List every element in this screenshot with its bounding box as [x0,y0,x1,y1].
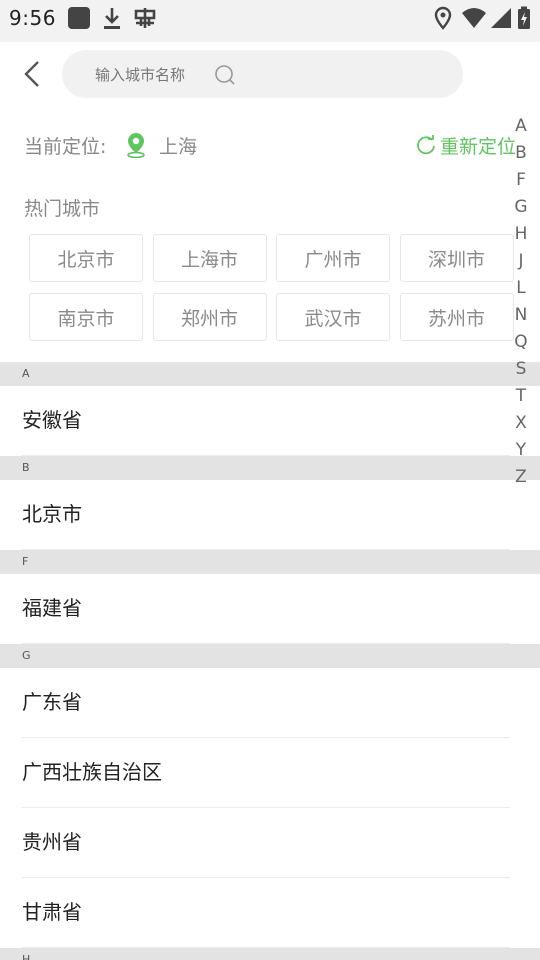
download-icon [104,8,120,29]
hot-cities-title: 热门城市 [24,198,101,220]
wifi-icon [462,8,486,28]
list-item[interactable]: 甘肃省 [0,878,540,948]
section-header: A [0,362,540,386]
list-item-label: 北京市 [22,502,82,526]
location-icon [434,6,452,30]
index-letter[interactable]: L [510,278,532,298]
index-letter[interactable]: Z [510,467,532,487]
index-letter[interactable]: Y [510,440,532,460]
list-item[interactable]: 福建省 [0,574,540,644]
search-placeholder: 输入城市名称 [95,66,186,84]
search-input[interactable]: 输入城市名称 [62,50,463,98]
chevron-left-icon [24,61,39,87]
section-letter: A [22,367,30,380]
hot-city-button[interactable]: 武汉市 [276,293,390,341]
current-location-row: 当前定位: 上海 重新定位 [0,120,540,168]
index-letter[interactable]: T [510,386,532,406]
hot-city-button[interactable]: 广州市 [276,234,390,282]
list-item-label: 安徽省 [22,408,82,432]
index-letter[interactable]: S [510,359,532,379]
status-time: 9:56 [9,6,56,30]
battery-charging-icon [518,6,530,29]
hot-city-button[interactable]: 苏州市 [399,293,514,341]
index-letter[interactable]: G [510,197,532,217]
section-letter: B [22,461,30,474]
list-item-label: 贵州省 [22,830,82,854]
list-item[interactable]: 安徽省 [0,386,540,456]
section-header: G [0,644,540,668]
app-square-icon [68,7,90,29]
hot-city-button[interactable]: 北京市 [29,234,143,282]
list-item-label: 甘肃省 [22,900,82,924]
section-header: H [0,948,540,960]
list-item[interactable]: 贵州省 [0,808,540,878]
back-button[interactable] [14,54,50,94]
status-bar: 9:56 [0,0,540,36]
relocate-button[interactable]: 重新定位 [416,132,516,158]
refresh-icon [417,135,435,155]
index-letter[interactable]: F [510,170,532,190]
index-letter[interactable]: H [510,224,532,244]
section-letter: H [22,953,31,960]
section-letter: F [22,555,29,568]
search-icon[interactable] [214,64,236,86]
hot-city-button[interactable]: 深圳市 [399,234,514,282]
list-item[interactable]: 北京市 [0,480,540,550]
index-letter[interactable]: A [510,116,532,136]
index-letter[interactable]: N [510,305,532,325]
relocate-label: 重新定位 [440,135,517,158]
current-location-city: 上海 [159,136,198,158]
bug-icon [134,8,156,28]
current-location-label: 当前定位: [24,136,107,158]
list-item-label: 广东省 [22,690,82,714]
list-item-label: 广西壮族自治区 [22,760,162,784]
signal-icon [491,8,511,28]
section-header: B [0,456,540,480]
hot-city-button[interactable]: 上海市 [152,234,267,282]
section-header: F [0,550,540,574]
header: 输入城市名称 [0,36,540,110]
index-letter[interactable]: Q [510,332,532,352]
list-item[interactable]: 广西壮族自治区 [0,738,540,808]
index-letter[interactable]: J [510,251,532,271]
location-pin-icon [127,133,145,158]
hot-city-button[interactable]: 南京市 [29,293,143,341]
section-letter: G [22,649,31,662]
list-item-label: 福建省 [22,596,82,620]
index-letter[interactable]: X [510,413,532,433]
index-letter[interactable]: B [510,143,532,163]
hot-city-button[interactable]: 郑州市 [152,293,267,341]
list-item[interactable]: 广东省 [0,668,540,738]
